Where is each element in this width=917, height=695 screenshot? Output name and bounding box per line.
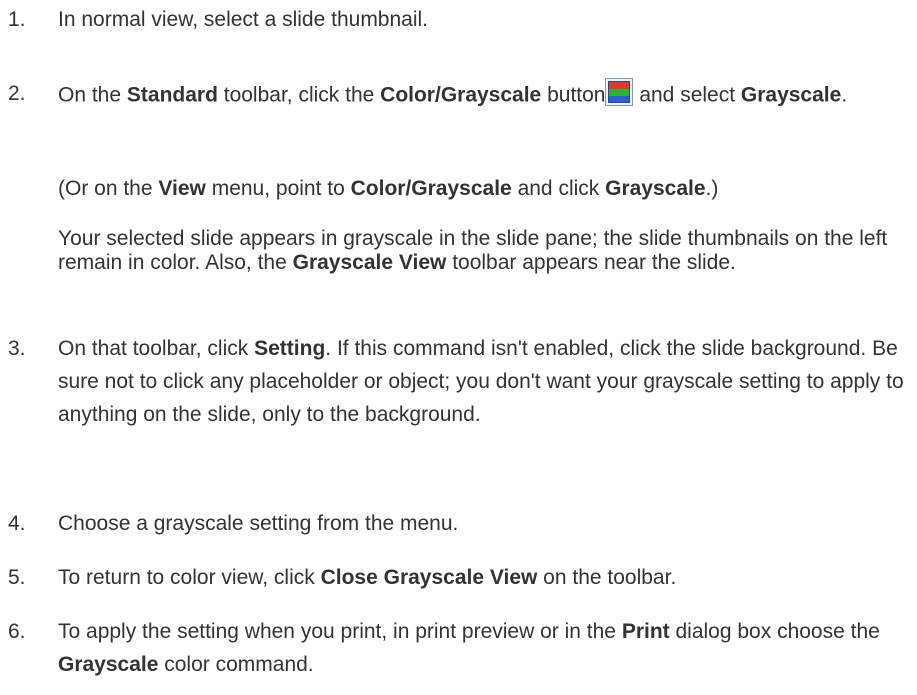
toolbar-name: Grayscale View: [292, 251, 447, 274]
step-text: To apply the setting when you print, in …: [58, 615, 913, 681]
step-number: 3.: [8, 337, 26, 360]
option-name: Grayscale: [605, 177, 706, 200]
text: .): [705, 177, 719, 200]
text: button: [541, 83, 606, 107]
button-name: Color/Grayscale: [380, 83, 542, 107]
step-number: 5.: [8, 566, 26, 589]
command-name: Close Grayscale View: [320, 566, 538, 589]
step-number: 1.: [8, 8, 26, 31]
instructions-page: 1. In normal view, select a slide thumbn…: [0, 0, 917, 695]
step-number: 2.: [8, 82, 26, 105]
text: Choose a grayscale setting from the menu…: [58, 512, 459, 535]
text: menu, point to: [205, 177, 351, 200]
menu-item-name: Color/Grayscale: [350, 177, 512, 200]
text: (Or on the: [58, 177, 159, 200]
step-text: On that toolbar, click Setting. If this …: [58, 332, 913, 431]
text: To return to color view, click: [58, 566, 321, 589]
text: toolbar, click the: [217, 83, 381, 107]
text: On that toolbar, click: [58, 337, 255, 360]
text: toolbar appears near the slide.: [446, 251, 736, 274]
note-view-menu: (Or on the View menu, point to Color/Gra…: [58, 177, 908, 201]
option-name: Grayscale: [58, 653, 159, 676]
text: In normal view, select a slide thumbnail…: [58, 8, 429, 31]
command-name: Setting: [254, 337, 326, 360]
step-number: 4.: [8, 512, 26, 535]
step-text: On the Standard toolbar, click the Color…: [58, 78, 913, 110]
text: and select: [633, 83, 741, 107]
option-name: Grayscale: [740, 83, 842, 107]
step-text: Choose a grayscale setting from the menu…: [58, 512, 913, 536]
text: dialog box choose the: [669, 620, 880, 643]
step-text: In normal view, select a slide thumbnail…: [58, 8, 913, 32]
text: and click: [511, 177, 606, 200]
dialog-name: Print: [621, 620, 670, 643]
text: on the toolbar.: [537, 566, 677, 589]
note-result: Your selected slide appears in grayscale…: [58, 227, 908, 275]
text: To apply the setting when you print, in …: [58, 620, 622, 643]
text: color command.: [158, 653, 314, 676]
menu-name: View: [158, 177, 206, 200]
step-number: 6.: [8, 620, 26, 643]
step-text: To return to color view, click Close Gra…: [58, 566, 913, 590]
toolbar-name: Standard: [126, 83, 218, 107]
text: On the: [58, 83, 127, 107]
text: .: [841, 83, 848, 107]
color-grayscale-icon[interactable]: [605, 78, 634, 106]
